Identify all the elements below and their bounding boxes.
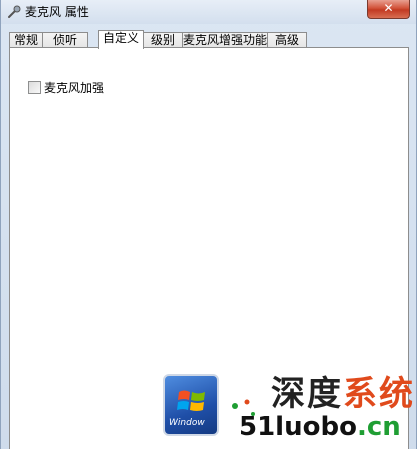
- tab-levels[interactable]: 级别: [143, 32, 183, 48]
- tab-strip: 常规 侦听 自定义 级别 麦克风增强功能 高级: [9, 30, 409, 49]
- windows-logo-text: Window: [169, 418, 205, 428]
- windows-flag-icon: [177, 390, 205, 411]
- close-button[interactable]: ✕: [367, 0, 410, 19]
- watermark-site-url-a: 51luobo: [239, 412, 357, 442]
- watermark-site-name: 深度系统: [271, 366, 415, 415]
- windows-logo: Window: [163, 374, 219, 436]
- watermark-site-name-b: 系统: [343, 374, 415, 414]
- watermark-site-name-a: 深度: [271, 374, 343, 414]
- watermark-site-url-b: .cn: [356, 412, 401, 442]
- site-watermark: Window 深度系统 51luobo.cn: [161, 362, 417, 449]
- window-title: 麦克风 属性: [25, 5, 89, 19]
- tab-general[interactable]: 常规: [9, 32, 43, 48]
- tab-listen[interactable]: 侦听: [42, 32, 88, 48]
- tab-mic-enhancements[interactable]: 麦克风增强功能: [182, 32, 268, 48]
- properties-window: 麦克风 属性 ✕ 常规 侦听 自定义 级别 麦克风增强功能 高级 麦克风加强 W…: [0, 0, 417, 449]
- tab-advanced[interactable]: 高级: [267, 32, 307, 48]
- microphone-icon: [8, 5, 21, 18]
- mic-boost-checkbox[interactable]: [28, 81, 41, 94]
- title-bar[interactable]: 麦克风 属性 ✕: [1, 0, 416, 24]
- mic-boost-label: 麦克风加强: [44, 81, 105, 95]
- tab-custom[interactable]: 自定义: [98, 30, 144, 49]
- watermark-site-url: 51luobo.cn: [239, 412, 401, 442]
- mic-boost-option[interactable]: 麦克风加强: [28, 79, 104, 95]
